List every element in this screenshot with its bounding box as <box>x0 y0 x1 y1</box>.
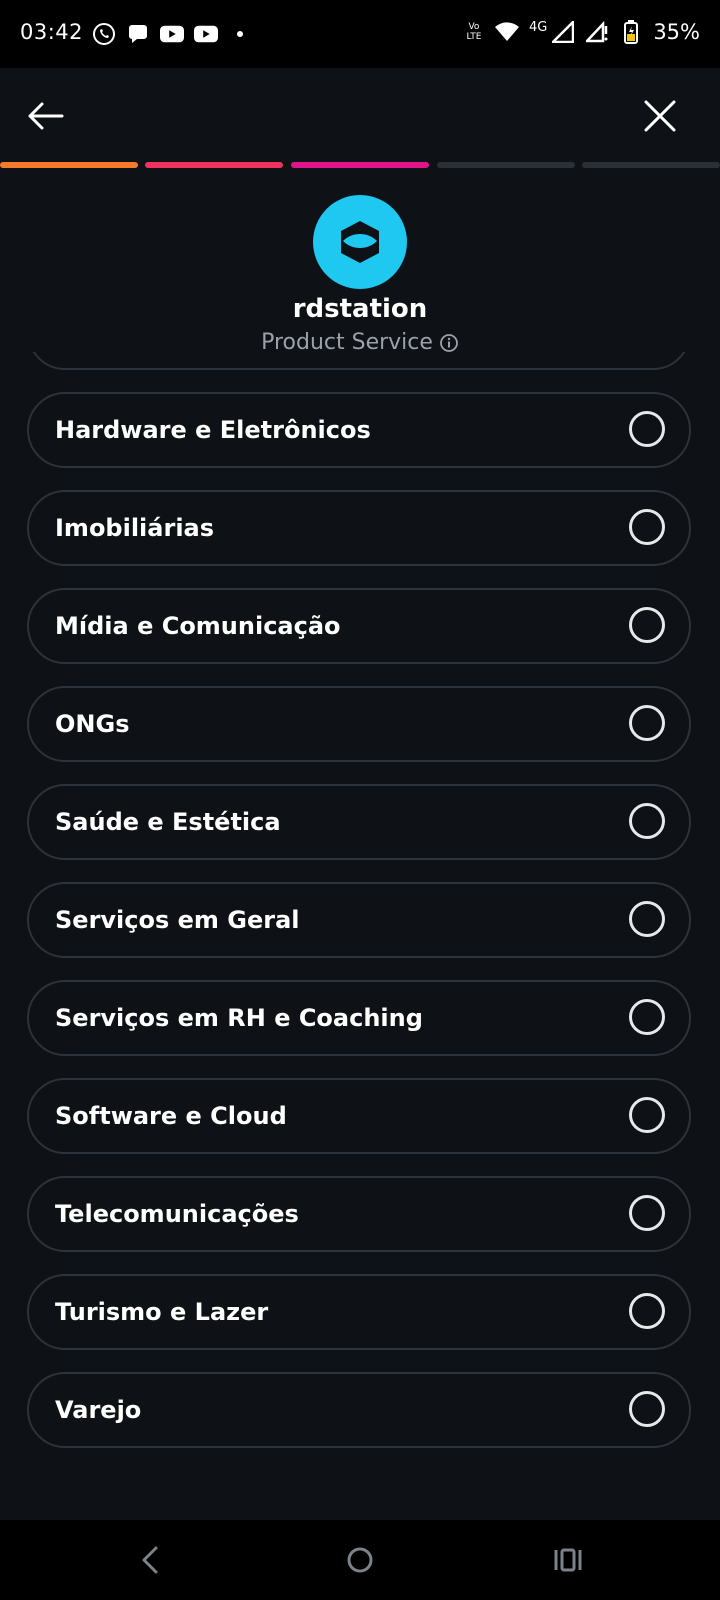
chevron-left-icon <box>142 1546 158 1574</box>
top-navigation <box>0 68 720 160</box>
option-label: Turismo e Lazer <box>55 1298 269 1326</box>
step-progress <box>0 162 720 168</box>
radio-button[interactable] <box>629 411 665 447</box>
back-button[interactable] <box>24 94 68 138</box>
option-item[interactable]: Mídia e Comunicação <box>27 588 691 664</box>
battery-percent: 35% <box>653 20 700 44</box>
option-label: Software e Cloud <box>55 1102 287 1130</box>
option-label: Serviços em RH e Coaching <box>55 1004 423 1032</box>
radio-button[interactable] <box>629 705 665 741</box>
option-item[interactable]: Governo e Orgãos Públicos <box>27 352 691 370</box>
rdstation-logo-icon <box>341 221 379 263</box>
recents-icon <box>554 1548 582 1572</box>
progress-segment <box>0 162 138 168</box>
option-item[interactable]: Serviços em Geral <box>27 882 691 958</box>
option-label: Imobiliárias <box>55 514 215 542</box>
progress-segment <box>291 162 429 168</box>
radio-button[interactable] <box>629 999 665 1035</box>
progress-segment <box>145 162 283 168</box>
close-button[interactable] <box>638 94 682 138</box>
signal-icon <box>585 20 609 44</box>
system-navigation-bar <box>0 1520 720 1600</box>
youtube-icon <box>160 22 184 46</box>
brand-name: rdstation <box>292 294 428 324</box>
close-icon <box>644 100 676 132</box>
progress-segment <box>437 162 575 168</box>
whatsapp-icon <box>92 22 116 46</box>
radio-button[interactable] <box>629 901 665 937</box>
radio-button[interactable] <box>629 607 665 643</box>
option-item[interactable]: Saúde e Estética <box>27 784 691 860</box>
arrow-left-icon <box>28 102 64 130</box>
option-item[interactable]: Hardware e Eletrônicos <box>27 392 691 468</box>
status-bar: 03:42 Vo LTE 4G 35% <box>0 0 720 68</box>
business-header: rdstation Product Service <box>0 190 720 360</box>
option-label: Varejo <box>55 1396 142 1424</box>
option-item[interactable]: Software e Cloud <box>27 1078 691 1154</box>
status-time: 03:42 <box>20 20 84 44</box>
radio-button[interactable] <box>629 509 665 545</box>
recents-button[interactable] <box>548 1540 588 1580</box>
options-list[interactable]: Governo e Orgãos Públicos Hardware e Elet… <box>0 352 720 1518</box>
option-label: Governo e Orgãos Públicos <box>55 352 420 368</box>
radio-button[interactable] <box>629 1097 665 1133</box>
info-icon[interactable] <box>439 333 459 353</box>
notification-icons <box>92 22 252 46</box>
radio-button[interactable] <box>629 1195 665 1231</box>
option-item[interactable]: Serviços em RH e Coaching <box>27 980 691 1056</box>
system-back-button[interactable] <box>130 1540 170 1580</box>
radio-button[interactable] <box>629 1293 665 1329</box>
youtube-icon <box>194 22 218 46</box>
option-item[interactable]: Varejo <box>27 1372 691 1448</box>
home-circle-icon <box>347 1547 373 1573</box>
signal-icon <box>551 20 575 44</box>
radio-button[interactable] <box>629 803 665 839</box>
option-label: Telecomunicações <box>55 1200 299 1228</box>
option-label: Mídia e Comunicação <box>55 612 341 640</box>
volte-indicator: Vo LTE <box>466 22 482 42</box>
battery-icon <box>619 20 643 44</box>
option-label: Saúde e Estética <box>55 808 281 836</box>
option-item[interactable]: Telecomunicações <box>27 1176 691 1252</box>
option-label: ONGs <box>55 710 130 738</box>
wifi-icon <box>494 20 519 44</box>
option-item[interactable]: Turismo e Lazer <box>27 1274 691 1350</box>
option-item[interactable]: Imobiliárias <box>27 490 691 566</box>
chat-icon <box>126 22 150 46</box>
status-right: Vo LTE 4G 35% <box>463 20 700 44</box>
progress-segment <box>582 162 720 168</box>
option-item[interactable]: ONGs <box>27 686 691 762</box>
brand-logo <box>313 195 407 289</box>
radio-button[interactable] <box>629 1391 665 1427</box>
option-label: Serviços em Geral <box>55 906 300 934</box>
option-label: Hardware e Eletrônicos <box>55 416 371 444</box>
dot-icon <box>228 22 252 46</box>
home-button[interactable] <box>340 1540 380 1580</box>
network-type: 4G <box>528 19 548 35</box>
